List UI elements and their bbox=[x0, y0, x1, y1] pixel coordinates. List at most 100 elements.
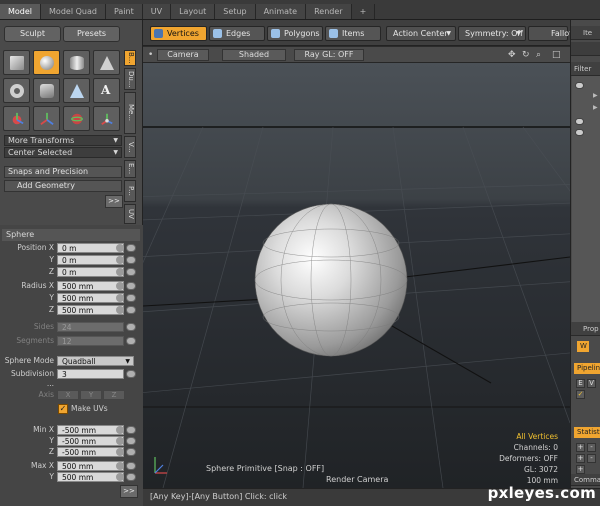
reset-icon[interactable] bbox=[116, 426, 124, 434]
action-center-dropdown[interactable]: Action Center ▼ bbox=[386, 26, 456, 41]
min-z-field[interactable]: -500 mm bbox=[57, 447, 124, 457]
tab-setup[interactable]: Setup bbox=[215, 4, 256, 19]
position-x-field[interactable]: 0 m bbox=[57, 243, 124, 253]
w-tab[interactable]: W bbox=[577, 341, 589, 352]
teardrop-tool-button[interactable] bbox=[63, 78, 90, 103]
reset-icon[interactable] bbox=[116, 306, 124, 314]
camera-view-button[interactable]: Camera bbox=[157, 49, 209, 61]
stats-minus-icon[interactable]: - bbox=[587, 443, 596, 452]
more-transforms-dropdown[interactable]: More Transforms ▼ bbox=[4, 135, 122, 146]
eye-icon[interactable] bbox=[126, 256, 136, 264]
expand-arrow-button[interactable]: >> bbox=[120, 485, 138, 498]
text-tool-button[interactable]: A bbox=[93, 78, 120, 103]
tab-render[interactable]: Render bbox=[306, 4, 352, 19]
eye-icon[interactable] bbox=[126, 462, 136, 470]
visibility-eye-icon[interactable] bbox=[575, 118, 584, 125]
position-z-field[interactable]: 0 m bbox=[57, 267, 124, 277]
eye-icon[interactable] bbox=[126, 426, 136, 434]
eye-icon[interactable] bbox=[126, 448, 136, 456]
radius-x-field[interactable]: 500 mm bbox=[57, 281, 124, 291]
tab-model[interactable]: Model bbox=[0, 4, 42, 19]
stats-minus-icon[interactable]: - bbox=[587, 454, 596, 463]
shaded-style-button[interactable]: Shaded bbox=[222, 49, 286, 61]
torus-tool-button[interactable] bbox=[3, 78, 30, 103]
falloff-dropdown[interactable]: Falloff bbox=[528, 26, 575, 41]
vtab-duplicate[interactable]: Du... bbox=[124, 68, 136, 90]
add-tab-button[interactable]: + bbox=[351, 4, 376, 19]
pipeline-cell-v[interactable]: V bbox=[587, 379, 596, 388]
ellipsoid-tool-button[interactable] bbox=[3, 106, 30, 131]
pipeline-check-icon[interactable]: ✓ bbox=[576, 390, 585, 399]
3d-viewport[interactable]: Sphere Primitive [Snap : OFF] Render Cam… bbox=[143, 63, 570, 488]
reset-icon[interactable] bbox=[116, 473, 124, 481]
expand-triangle-icon[interactable]: ▶ bbox=[593, 104, 598, 111]
sculpt-button[interactable]: Sculpt bbox=[4, 26, 61, 42]
cylinder-tool-button[interactable] bbox=[63, 50, 90, 75]
raygl-toggle-button[interactable]: Ray GL: OFF bbox=[294, 49, 364, 61]
pipeline-cell-e[interactable]: E bbox=[576, 379, 585, 388]
tab-model-quad[interactable]: Model Quad bbox=[41, 4, 106, 19]
sphere-tool-button[interactable] bbox=[33, 50, 60, 75]
viewport-menu-icon[interactable]: • bbox=[148, 50, 153, 60]
sphere-mode-dropdown[interactable]: Quadball ▼ bbox=[57, 356, 134, 366]
stats-plus-icon[interactable]: + bbox=[576, 443, 585, 452]
reset-icon[interactable] bbox=[116, 462, 124, 470]
properties-tab[interactable]: Prop bbox=[571, 322, 600, 336]
statistics-header[interactable]: Statist bbox=[574, 427, 600, 438]
eye-icon[interactable] bbox=[126, 244, 136, 252]
max-y-field[interactable]: 500 mm bbox=[57, 472, 124, 482]
radius-z-field[interactable]: 500 mm bbox=[57, 305, 124, 315]
gizmo-tool-button[interactable] bbox=[33, 106, 60, 131]
maximize-view-icon[interactable]: □ bbox=[552, 50, 561, 60]
vertices-mode-button[interactable]: Vertices bbox=[150, 26, 207, 41]
reset-icon[interactable] bbox=[116, 268, 124, 276]
presets-button[interactable]: Presets bbox=[63, 26, 120, 42]
tab-paint[interactable]: Paint bbox=[105, 4, 143, 19]
vtab-basic[interactable]: B... bbox=[124, 50, 136, 66]
vtab-edge[interactable]: E... bbox=[124, 160, 136, 178]
eye-icon[interactable] bbox=[126, 294, 136, 302]
eye-icon[interactable] bbox=[126, 268, 136, 276]
min-x-field[interactable]: -500 mm bbox=[57, 425, 124, 435]
eye-icon[interactable] bbox=[126, 337, 136, 345]
min-y-field[interactable]: -500 mm bbox=[57, 436, 124, 446]
items-tab[interactable]: Ite bbox=[571, 26, 600, 40]
tab-uv[interactable]: UV bbox=[142, 4, 172, 19]
sphere-section-header[interactable]: Sphere bbox=[2, 229, 140, 241]
axis-z-option[interactable]: Z bbox=[103, 390, 125, 400]
move-view-icon[interactable]: ✥ bbox=[508, 50, 516, 60]
polygons-mode-button[interactable]: Polygons bbox=[267, 26, 323, 41]
tab-layout[interactable]: Layout bbox=[171, 4, 216, 19]
dome-tool-button[interactable] bbox=[63, 106, 90, 131]
eye-icon[interactable] bbox=[126, 306, 136, 314]
eye-icon[interactable] bbox=[126, 473, 136, 481]
add-geometry-section[interactable]: Add Geometry bbox=[4, 180, 122, 192]
pipeline-header[interactable]: Pipelin bbox=[574, 363, 600, 374]
make-uvs-checkbox[interactable]: ✓ bbox=[58, 404, 68, 414]
stats-plus-icon[interactable]: + bbox=[576, 454, 585, 463]
eye-icon[interactable] bbox=[126, 282, 136, 290]
eye-icon[interactable] bbox=[126, 437, 136, 445]
vtab-vertex[interactable]: V... bbox=[124, 136, 136, 158]
items-mode-button[interactable]: Items bbox=[325, 26, 381, 41]
axis-x-option[interactable]: X bbox=[57, 390, 79, 400]
stats-plus-icon[interactable]: + bbox=[576, 465, 585, 474]
reset-icon[interactable] bbox=[116, 282, 124, 290]
reset-icon[interactable] bbox=[116, 437, 124, 445]
snaps-precision-section[interactable]: Snaps and Precision bbox=[4, 166, 122, 178]
visibility-eye-icon[interactable] bbox=[575, 82, 584, 89]
reset-icon[interactable] bbox=[116, 294, 124, 302]
visibility-eye-icon[interactable] bbox=[575, 129, 584, 136]
eye-icon[interactable] bbox=[126, 323, 136, 331]
tube-tool-button[interactable] bbox=[93, 106, 120, 131]
tab-animate[interactable]: Animate bbox=[255, 4, 307, 19]
rotate-view-icon[interactable]: ↻ bbox=[522, 50, 530, 60]
vtab-mesh-edit[interactable]: Me... bbox=[124, 92, 136, 134]
expand-arrow-button[interactable]: >> bbox=[105, 195, 123, 208]
items-filter[interactable]: Filter bbox=[571, 62, 600, 76]
center-selected-dropdown[interactable]: Center Selected ▼ bbox=[4, 147, 122, 158]
max-x-field[interactable]: 500 mm bbox=[57, 461, 124, 471]
symmetry-dropdown[interactable]: Symmetry: Off ▼ bbox=[458, 26, 526, 41]
zoom-view-icon[interactable]: ⌕ bbox=[536, 50, 541, 60]
position-y-field[interactable]: 0 m bbox=[57, 255, 124, 265]
